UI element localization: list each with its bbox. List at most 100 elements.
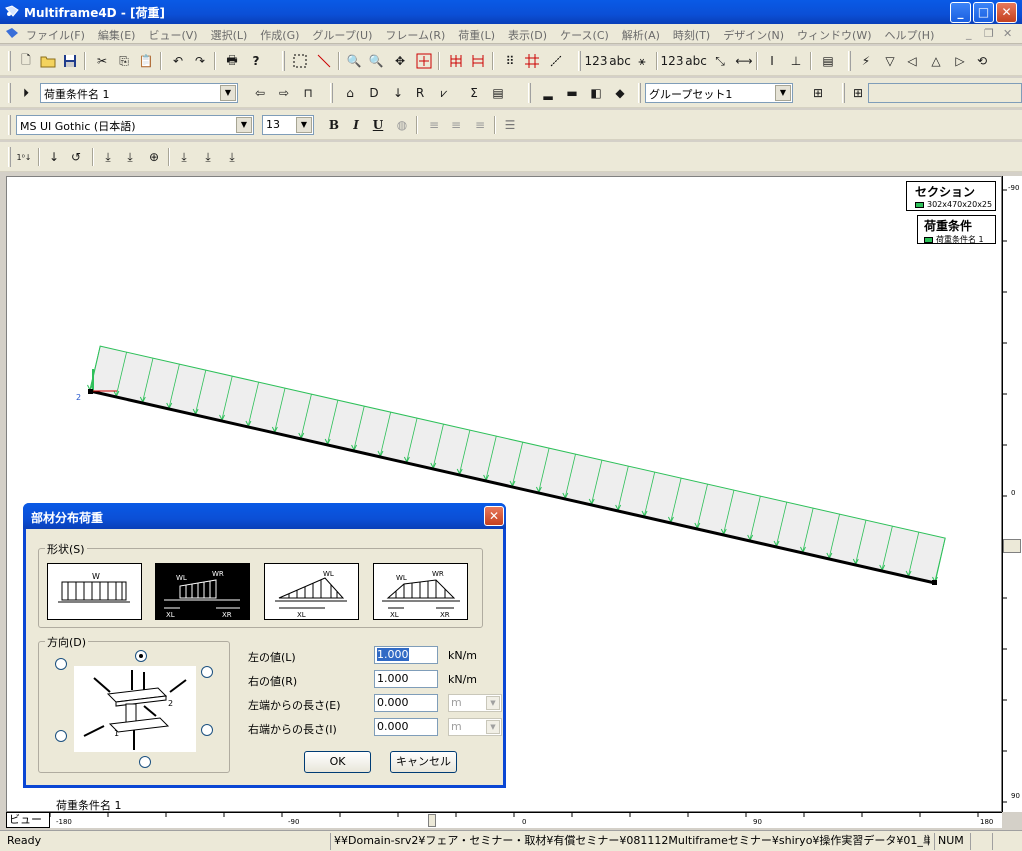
section-shape-icon[interactable]: ▂ (538, 83, 558, 103)
group-grid-icon[interactable]: ⊞ (808, 83, 828, 103)
direction-radio-5[interactable] (201, 724, 213, 736)
node-load-down-icon[interactable]: ⤓ (98, 147, 118, 167)
redo-icon[interactable]: ↷ (190, 51, 210, 71)
bold-button[interactable]: B (324, 115, 344, 135)
new-file-icon[interactable]: 🗋 (16, 51, 36, 71)
restraint-up-icon[interactable]: △ (926, 51, 946, 71)
load-case-legend[interactable]: 荷重条件 荷重条件名 1 (917, 215, 996, 244)
toolbar-grip[interactable] (8, 83, 11, 103)
direction-radio-4[interactable] (55, 730, 67, 742)
print-icon[interactable]: 🖶 (222, 51, 242, 71)
align-center-icon[interactable]: ≡ (446, 115, 466, 135)
minimize-button[interactable]: _ (950, 2, 971, 23)
view-tab[interactable]: ビュー (6, 812, 50, 828)
dialog-title-bar[interactable]: 部材分布荷重 ✕ (23, 503, 506, 529)
bullet-list-icon[interactable]: ☰ (500, 115, 520, 135)
toolbar-grip[interactable] (528, 83, 531, 103)
menu-item-6[interactable]: フレーム(R) (385, 27, 445, 43)
member-shape-icon[interactable]: ▬ (562, 83, 582, 103)
right-value-input[interactable]: 1.000 (374, 670, 438, 688)
load-path-icon[interactable]: ⊓ (298, 83, 318, 103)
underline-button[interactable]: U (368, 115, 388, 135)
document-icon[interactable] (4, 26, 20, 42)
snap-node-icon[interactable] (546, 51, 566, 71)
align-left-icon[interactable]: ≡ (424, 115, 444, 135)
3d-view-icon[interactable]: ◆ (610, 83, 630, 103)
frame-icon[interactable]: ⊞ (848, 83, 868, 103)
direction-radio-1[interactable] (55, 658, 67, 670)
menu-item-3[interactable]: 選択(L) (211, 27, 248, 43)
menu-item-2[interactable]: ビュー(V) (148, 27, 197, 43)
chevron-down-icon[interactable]: ▼ (296, 117, 312, 133)
restraint-down-icon[interactable]: ▽ (880, 51, 900, 71)
dialog-close-button[interactable]: ✕ (484, 506, 504, 526)
zoom-in-icon[interactable]: 🔍 (344, 51, 364, 71)
restraint-right-icon[interactable]: ▷ (950, 51, 970, 71)
toolbar-grip[interactable] (282, 51, 285, 71)
chevron-down-icon[interactable]: ▼ (236, 117, 252, 133)
maximize-button[interactable]: □ (973, 2, 994, 23)
menu-item-14[interactable]: ヘルプ(H) (885, 27, 935, 43)
distributed-load-icon[interactable]: ⩗ (434, 83, 454, 103)
copy-icon[interactable]: ⎘ (114, 51, 134, 71)
toolbar-grip[interactable] (578, 51, 581, 71)
menu-item-13[interactable]: ウィンドウ(W) (797, 27, 871, 43)
frame-grid2-icon[interactable] (468, 51, 488, 71)
extra-combo[interactable] (868, 83, 1022, 103)
chevron-down-icon[interactable]: ▼ (486, 696, 500, 710)
node-symbol-icon[interactable]: ⚹ (632, 51, 652, 71)
chevron-down-icon[interactable]: ▼ (486, 720, 500, 734)
split-view-icon[interactable]: ◧ (586, 83, 606, 103)
right-length-input[interactable]: 0.000 (374, 718, 438, 736)
load-arrow-icon[interactable]: ⚡ (856, 51, 876, 71)
cut-icon[interactable]: ✂ (92, 51, 112, 71)
mdi-close-icon[interactable]: ✕ (1003, 27, 1012, 40)
start-node[interactable] (88, 389, 93, 394)
section-legend[interactable]: セクション 302x470x20x25 (906, 181, 996, 211)
section-icon[interactable]: Ⅰ (762, 51, 782, 71)
menu-item-8[interactable]: 表示(D) (508, 27, 547, 43)
mdi-restore-icon[interactable]: ❐ (984, 27, 994, 40)
snap-grid-icon[interactable] (522, 51, 542, 71)
ok-button[interactable]: OK (304, 751, 371, 773)
member-labels-icon[interactable]: abc (685, 51, 707, 71)
arrow-left-icon[interactable]: ⇦ (250, 83, 270, 103)
reaction-icon[interactable]: R (410, 83, 430, 103)
italic-button[interactable]: I (346, 115, 366, 135)
left-value-input[interactable]: 1.000 (374, 646, 438, 664)
left-length-unit-combo[interactable]: m ▼ (448, 694, 502, 712)
paste-icon[interactable]: 📋 (136, 51, 156, 71)
restraint-rotate-icon[interactable]: ⟲ (972, 51, 992, 71)
sum-icon[interactable]: Σ (464, 83, 484, 103)
right-length-unit-combo[interactable]: m ▼ (448, 718, 502, 736)
member-load-down-icon[interactable]: ⤓ (120, 147, 140, 167)
direction-radio-6[interactable] (139, 756, 151, 768)
direction-radio-3[interactable] (201, 666, 213, 678)
pan-icon[interactable]: ✥ (390, 51, 410, 71)
menu-item-9[interactable]: ケース(C) (560, 27, 609, 43)
moment-icon[interactable]: ↺ (66, 147, 86, 167)
cancel-button[interactable]: キャンセル (390, 751, 457, 773)
font-size-combo[interactable]: 13 ▼ (262, 115, 314, 135)
toolbar-grip[interactable] (638, 83, 641, 103)
save-icon[interactable] (60, 51, 80, 71)
toolbar-grip[interactable] (8, 51, 11, 71)
shape-trapezoid-button[interactable]: WL WR XL XR (373, 563, 468, 620)
toolbar-grip[interactable] (842, 83, 845, 103)
zoom-extents-icon[interactable] (414, 51, 434, 71)
undo-icon[interactable]: ↶ (168, 51, 188, 71)
group-set-combo[interactable]: グループセット1 ▼ (645, 83, 793, 103)
title-bar[interactable]: Multiframe4D - [荷重] _ □ ✕ (0, 0, 1022, 24)
text-color-icon[interactable]: ◍ (392, 115, 412, 135)
chevron-down-icon[interactable]: ▼ (775, 85, 791, 101)
member-offset-icon[interactable]: ⟷ (734, 51, 754, 71)
toolbar-grip[interactable] (848, 51, 851, 71)
menu-item-10[interactable]: 解析(A) (622, 27, 660, 43)
thermal-load-icon[interactable]: ⤓ (174, 147, 194, 167)
toolbar-grip[interactable] (8, 115, 11, 135)
menu-item-11[interactable]: 時刻(T) (673, 27, 710, 43)
end-node[interactable] (932, 580, 937, 585)
grid-dots-icon[interactable]: ⠿ (500, 51, 520, 71)
member-moment-icon[interactable]: ⊕ (144, 147, 164, 167)
load-arrow-down-icon[interactable]: ↓ (44, 147, 64, 167)
